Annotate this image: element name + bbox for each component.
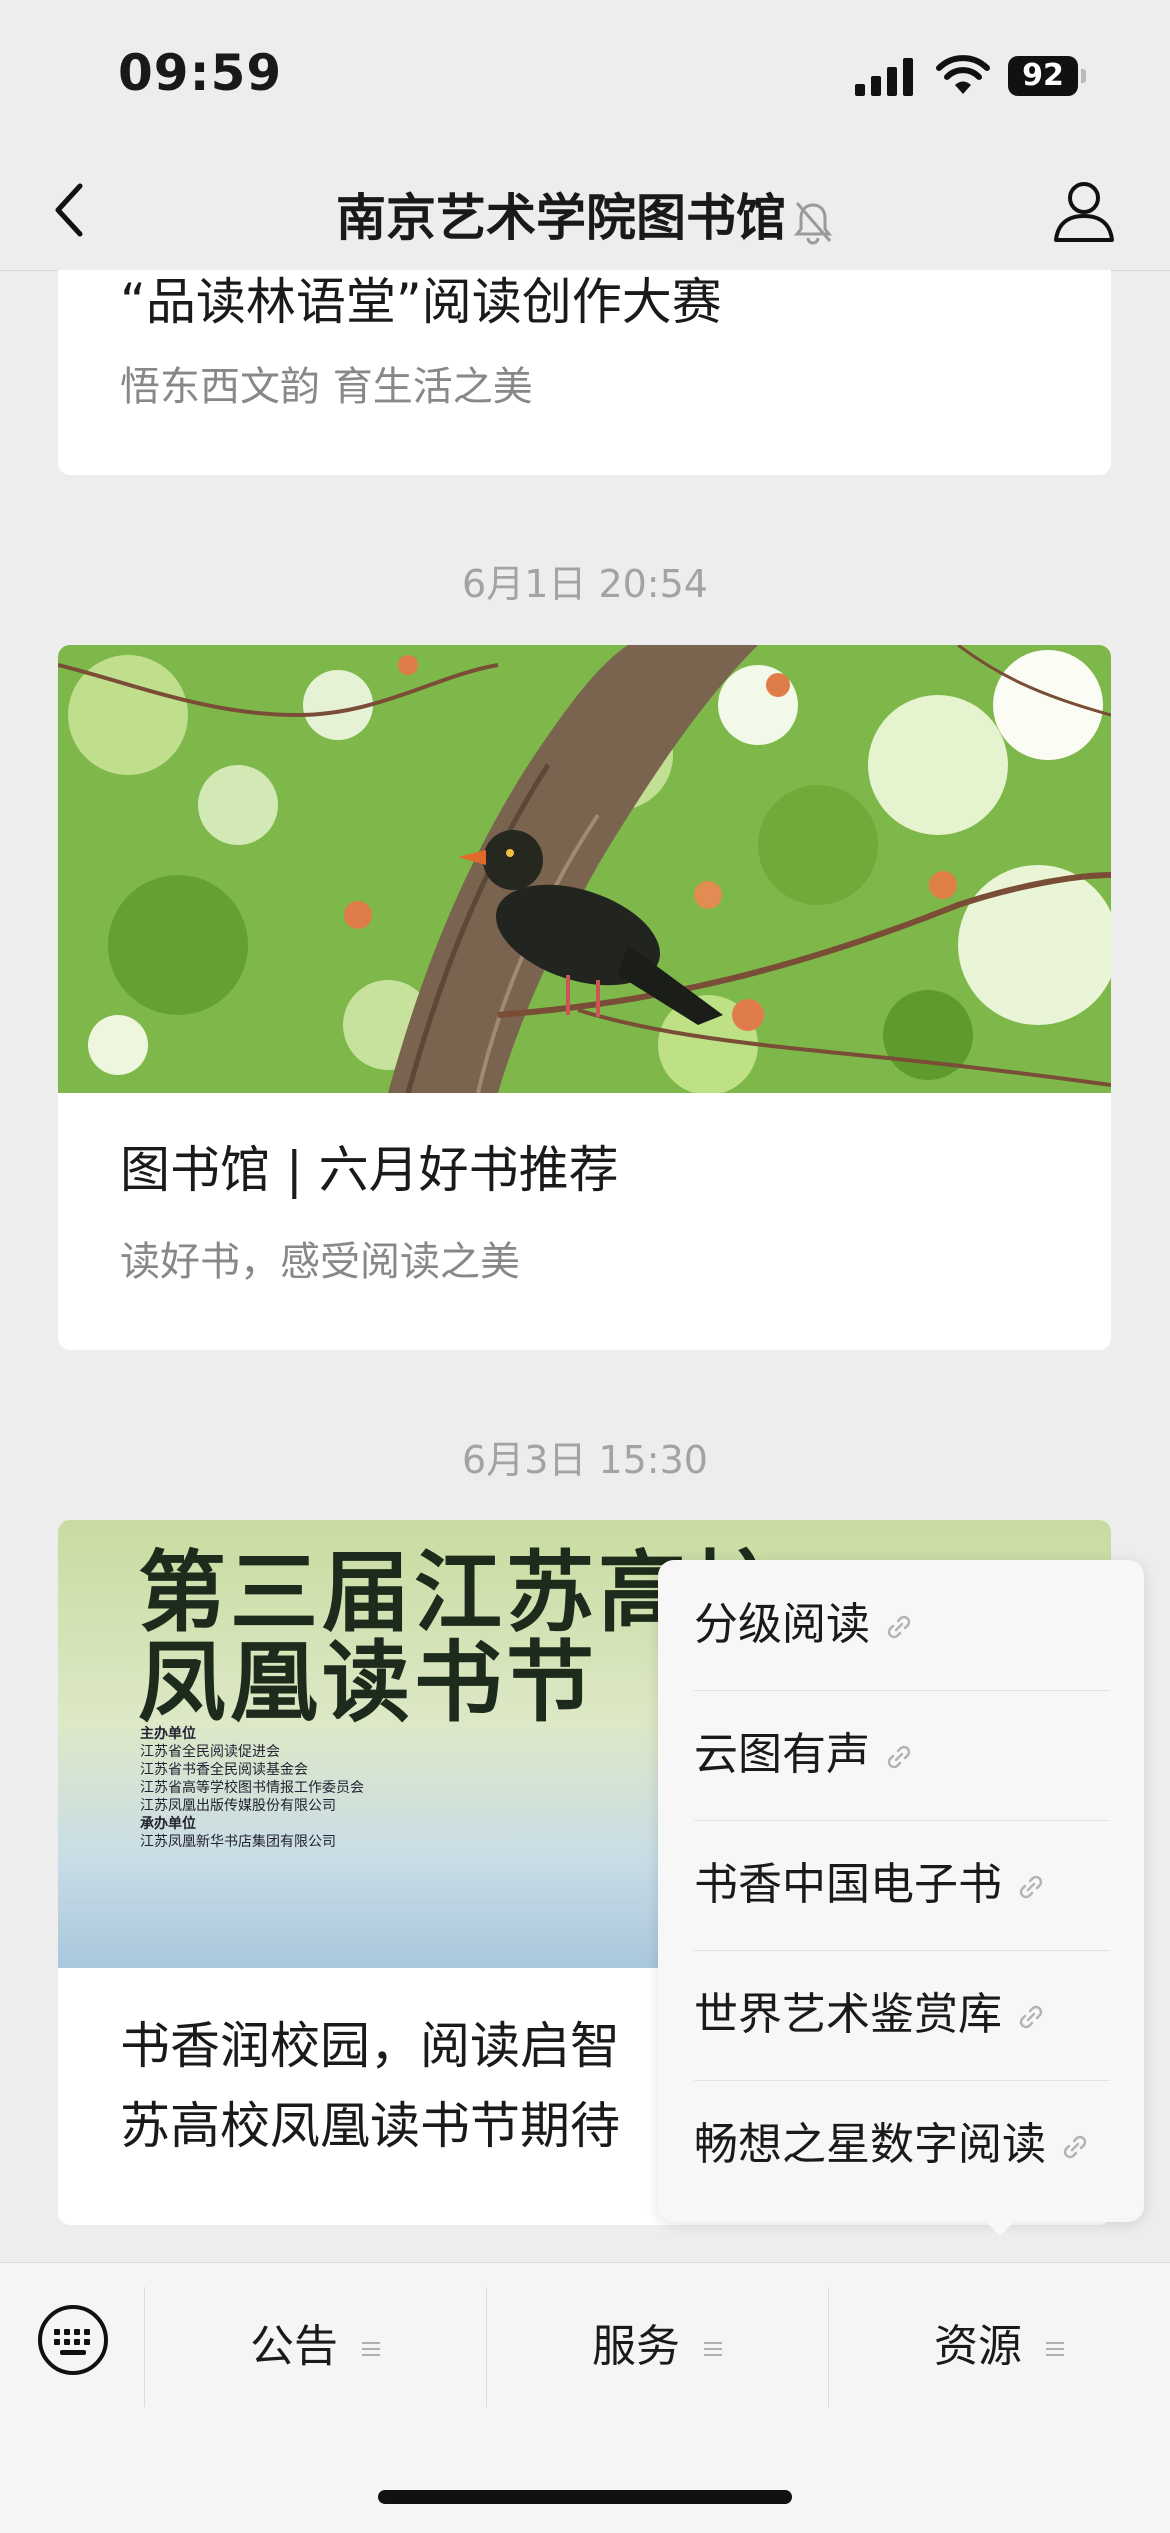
status-time: 09:59 (118, 44, 283, 102)
tab-label: 服务 (592, 2321, 680, 2372)
link-icon (1063, 2135, 1087, 2159)
poster-organizer-label: 承办单位 (140, 1816, 196, 1832)
navigation-bar: 南京艺术学院图书馆 (0, 150, 1170, 271)
tab-resources[interactable]: 资源 (829, 2287, 1169, 2407)
link-icon (1019, 1875, 1043, 1899)
link-icon (887, 1615, 911, 1639)
popup-pointer (980, 2216, 1020, 2236)
tab-announcements[interactable]: 公告 (145, 2287, 485, 2407)
bird-cover-image (58, 645, 1111, 1093)
poster-organizer: 江苏凤凰新华书店集团有限公司 (140, 1834, 336, 1850)
menu-item-graded-reading[interactable]: 分级阅读 (694, 1560, 1110, 1691)
keyboard-icon[interactable] (36, 2303, 110, 2377)
article-card[interactable]: “品读林语堂”阅读创作大赛 悟东西文韵 育生活之美 (58, 270, 1111, 475)
poster-sponsor-label: 主办单位 (140, 1726, 196, 1742)
resources-popup-menu: 分级阅读 云图有声 书香中国电子书 世界艺术鉴赏库 畅想之星数字阅读 (658, 1560, 1144, 2222)
person-icon[interactable] (1050, 176, 1118, 244)
tab-label: 公告 (250, 2321, 338, 2372)
menu-item-label: 世界艺术鉴赏库 (694, 1989, 1002, 2040)
article-title-line2: 苏高校凤凰读书节期待 (120, 2097, 620, 2155)
poster-heading-line2: 凤凰读书节 (138, 1630, 599, 1734)
poster-sponsor: 江苏省书香全民阅读基金会 (140, 1762, 308, 1778)
page-title-text: 南京艺术学院图书馆 (336, 189, 786, 247)
menu-item-digital-reading[interactable]: 畅想之星数字阅读 (694, 2080, 1110, 2210)
poster-sponsor: 江苏省高等学校图书情报工作委员会 (140, 1780, 364, 1796)
cellular-signal-icon (855, 58, 913, 96)
tab-services[interactable]: 服务 (487, 2287, 827, 2407)
battery-icon: 92 (1008, 56, 1088, 96)
tab-label: 资源 (934, 2321, 1022, 2372)
menu-item-ebooks[interactable]: 书香中国电子书 (694, 1820, 1110, 1951)
wifi-icon (936, 55, 990, 94)
article-title: 图书馆 | 六月好书推荐 (120, 1141, 619, 1199)
menu-lines-icon (362, 2342, 380, 2356)
battery-level: 92 (1008, 56, 1078, 96)
menu-lines-icon (704, 2342, 722, 2356)
status-bar: 09:59 92 (0, 0, 1170, 150)
poster-sponsor: 江苏省全民阅读促进会 (140, 1744, 280, 1760)
article-title: “品读林语堂”阅读创作大赛 (120, 273, 722, 331)
message-timestamp: 6月1日 20:54 (462, 562, 708, 606)
home-indicator[interactable] (378, 2490, 792, 2504)
page-title: 南京艺术学院图书馆 (0, 178, 1170, 250)
menu-item-label: 畅想之星数字阅读 (694, 2119, 1046, 2170)
menu-lines-icon (1046, 2342, 1064, 2356)
message-timestamp: 6月3日 15:30 (462, 1438, 708, 1482)
menu-item-art-library[interactable]: 世界艺术鉴赏库 (694, 1950, 1110, 2081)
menu-item-label: 分级阅读 (694, 1599, 870, 1650)
poster-sponsor: 江苏凤凰出版传媒股份有限公司 (140, 1798, 336, 1814)
menu-item-label: 书香中国电子书 (694, 1859, 1002, 1910)
menu-item-label: 云图有声 (694, 1729, 870, 1780)
article-subtitle: 悟东西文韵 育生活之美 (120, 364, 533, 410)
article-card[interactable]: 图书馆 | 六月好书推荐 读好书，感受阅读之美 (58, 645, 1111, 1350)
bell-muted-icon (793, 201, 833, 244)
link-icon (887, 1745, 911, 1769)
article-subtitle: 读好书，感受阅读之美 (120, 1239, 520, 1285)
menu-item-cloud-audio[interactable]: 云图有声 (694, 1690, 1110, 1821)
link-icon (1019, 2005, 1043, 2029)
article-title-line1: 书香润校园，阅读启智 (120, 2017, 620, 2075)
